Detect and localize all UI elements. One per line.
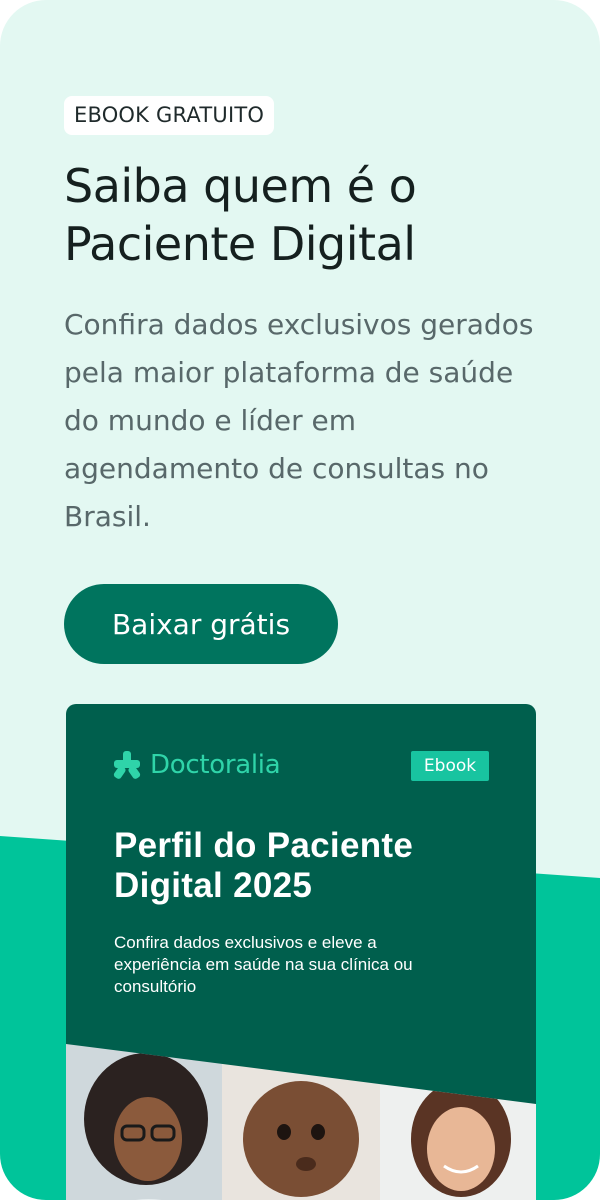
download-free-button[interactable]: Baixar grátis (64, 584, 338, 664)
woman-with-glasses-photo (66, 1044, 222, 1200)
ebook-subtitle: Confira dados exclusivos e eleve a exper… (114, 933, 413, 996)
title-line-2: Paciente Digital (64, 217, 416, 271)
ebook-cover: Doctoralia Ebook Perfil do Paciente Digi… (66, 704, 536, 1200)
title-line-1: Saiba quem é o (64, 159, 417, 213)
free-ebook-badge: EBOOK GRATUITO (64, 96, 275, 135)
smiling-woman-photo (380, 1044, 536, 1200)
ebook-title-line-2: Digital 2025 (114, 866, 313, 905)
doctoralia-logo: Doctoralia (112, 750, 281, 780)
brand-name: Doctoralia (150, 750, 281, 780)
doctoralia-star-icon (113, 751, 141, 779)
page-title: Saiba quem é o Paciente Digital (64, 157, 544, 273)
ebook-photos (66, 1044, 536, 1200)
baby-photo (222, 1044, 380, 1200)
promo-card: EBOOK GRATUITO Saiba quem é o Paciente D… (0, 0, 600, 1200)
ebook-title: Perfil do Paciente Digital 2025 (114, 826, 514, 906)
ebook-title-line-1: Perfil do Paciente (114, 826, 414, 865)
ebook-tag: Ebook (411, 751, 489, 781)
hero-description: Confira dados exclusivos gerados pela ma… (64, 308, 534, 533)
hero-text: EBOOK GRATUITO Saiba quem é o Paciente D… (64, 96, 544, 541)
